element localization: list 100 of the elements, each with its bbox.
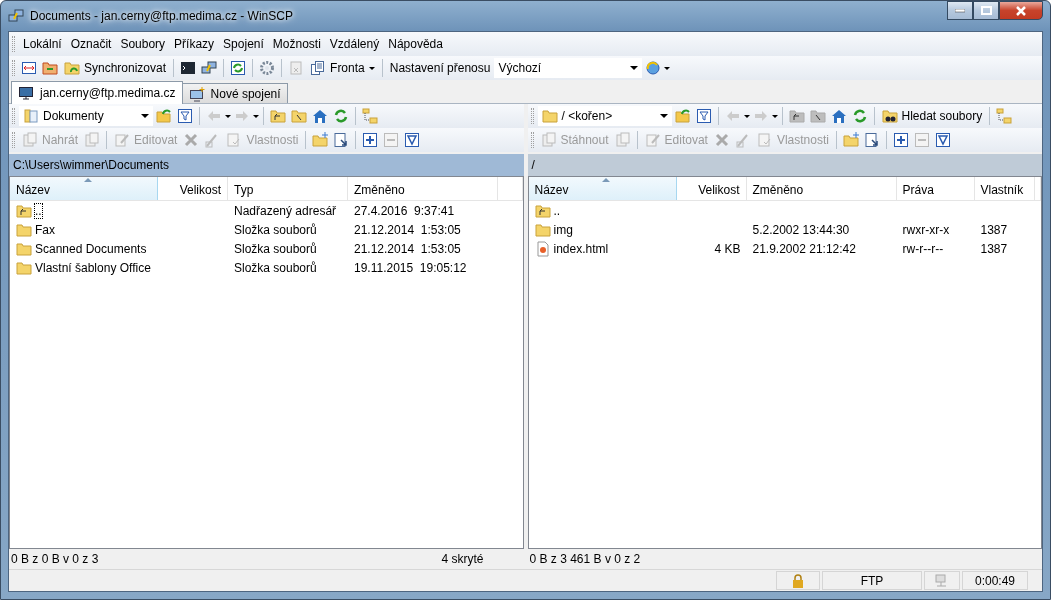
filter-select-icon <box>404 132 421 148</box>
table-cell[interactable]: img <box>553 222 573 237</box>
menu-item[interactable]: Lokální <box>19 35 66 53</box>
table-cell: Složka souborů <box>234 222 317 237</box>
menu-item[interactable]: Možnosti <box>268 35 325 53</box>
folder-icon <box>16 240 32 257</box>
binoculars-icon <box>881 108 898 124</box>
table-cell[interactable]: Scanned Documents <box>35 241 147 256</box>
root-folder-icon <box>291 108 307 124</box>
synchronize-button[interactable]: Synchronizovat <box>61 57 170 79</box>
tree-icon <box>362 108 378 124</box>
forward-arrow-icon <box>234 108 250 124</box>
find-files-button[interactable]: Hledat soubory <box>878 105 986 127</box>
location-dropdown[interactable]: / <kořen> <box>537 106 672 126</box>
document-copy-icon <box>84 132 101 148</box>
selection-status: 0 B z 0 B v 0 z 3 <box>11 552 99 566</box>
filter-icon <box>177 108 193 124</box>
pencil-icon <box>114 132 131 148</box>
table-cell: 27.4.2016 9:37:41 <box>354 203 455 218</box>
session-tab[interactable]: jan.cerny@ftp.medima.cz <box>11 81 183 104</box>
select-icon <box>362 132 379 148</box>
parent-folder-icon <box>788 108 805 124</box>
folder-open-icon <box>674 108 691 124</box>
table-cell[interactable]: .. <box>35 203 42 218</box>
parent-folder-icon <box>534 202 551 219</box>
gear-icon <box>259 60 276 76</box>
transfer-settings-label: Nastavení přenosu <box>388 61 492 75</box>
table-cell: rwxr-xr-x <box>902 222 950 237</box>
maximize-icon <box>980 6 992 15</box>
document-copy-icon <box>22 132 38 148</box>
select-icon <box>892 132 909 148</box>
monitor-icon <box>18 85 34 101</box>
shortcut-icon <box>333 132 350 148</box>
tree-icon <box>996 108 1013 124</box>
menu-item[interactable]: Spojení <box>219 35 268 53</box>
maximize-button[interactable] <box>973 1 999 20</box>
table-cell[interactable]: Fax <box>35 222 55 237</box>
sort-arrow-icon <box>602 178 610 182</box>
library-icon <box>23 108 39 124</box>
html-file-icon <box>534 240 551 257</box>
queue-button[interactable]: Fronta <box>307 57 378 79</box>
refresh-icon <box>851 108 868 124</box>
minimize-icon <box>955 8 965 13</box>
menu-item[interactable]: Soubory <box>116 35 170 53</box>
computers-icon <box>201 60 218 76</box>
pencil-icon <box>644 132 661 148</box>
lock-icon <box>790 572 806 589</box>
new-session-icon <box>188 85 205 102</box>
new-folder-icon <box>842 132 859 148</box>
forward-arrow-icon <box>752 108 769 124</box>
folder-icon <box>16 259 32 276</box>
menu-item[interactable]: Nápověda <box>384 35 447 53</box>
documents-icon <box>310 60 327 76</box>
folder-icon <box>534 221 551 238</box>
location-dropdown[interactable]: Dokumenty <box>19 106 153 126</box>
table-cell[interactable]: Vlastní šablony Office <box>35 260 151 275</box>
folder-icon <box>541 108 558 124</box>
table-cell[interactable]: .. <box>553 203 561 218</box>
session-tab[interactable]: Nové spojení <box>181 83 288 103</box>
transfer-settings-dropdown[interactable]: Výchozí <box>494 58 643 78</box>
close-icon <box>1015 5 1027 16</box>
menu-item[interactable]: Vzdálený <box>325 35 384 53</box>
column-header[interactable]: Název <box>10 177 158 200</box>
table-cell: 4 KB <box>714 241 741 256</box>
refresh-icon <box>230 60 247 76</box>
computers-icon <box>8 8 24 24</box>
filter-select-icon <box>934 132 951 148</box>
sort-arrow-icon <box>83 178 92 182</box>
table-cell[interactable]: index.html <box>553 241 609 256</box>
unselect-icon <box>913 132 930 148</box>
table-cell: 1387 <box>980 222 1008 237</box>
terminal-icon <box>180 60 197 76</box>
window-title: Documents - jan.cerny@ftp.medima.cz - WinSCP <box>30 9 293 23</box>
protocol-status: FTP <box>860 573 884 588</box>
shortcut-icon <box>863 132 880 148</box>
parent-folder-icon <box>16 202 32 219</box>
menu-item[interactable]: Příkazy <box>170 35 219 53</box>
table-cell: 1387 <box>980 241 1008 256</box>
document-copy-icon <box>614 132 631 148</box>
menu-item[interactable]: Označit <box>66 35 116 53</box>
document-copy-icon <box>540 132 557 148</box>
delete-icon <box>713 132 730 148</box>
unselect-icon <box>383 132 400 148</box>
hidden-count: 4 skryté <box>441 552 484 566</box>
table-cell: rw-r--r-- <box>902 241 944 256</box>
globe-sync-icon <box>645 60 662 76</box>
rename-icon <box>734 132 751 148</box>
table-cell: Složka souborů <box>234 241 317 256</box>
folder-open-icon <box>156 108 172 124</box>
table-cell: 19.11.2015 19:05:12 <box>354 260 467 275</box>
table-cell: Složka souborů <box>234 260 317 275</box>
refresh-icon <box>333 108 349 124</box>
column-header[interactable]: Název <box>528 177 677 200</box>
minimize-button[interactable] <box>947 1 973 20</box>
close-button[interactable] <box>999 1 1043 20</box>
root-folder-icon <box>809 108 826 124</box>
table-cell: Nadřazený adresář <box>234 203 337 218</box>
selection-status: 0 B z 3 461 B v 0 z 2 <box>529 552 641 566</box>
new-folder-icon <box>312 132 329 148</box>
path-bar: / <box>527 154 1042 176</box>
